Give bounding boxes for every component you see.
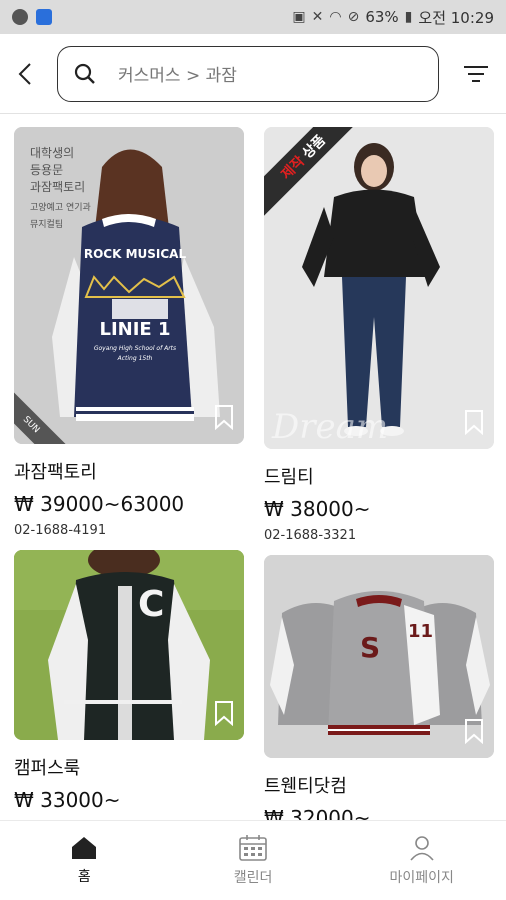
product-phone: 02-1688-4191 bbox=[14, 523, 107, 538]
product-phone: 02-1688-3321 bbox=[264, 528, 357, 543]
jacket-text-top: ROCK MUSICAL bbox=[83, 247, 187, 261]
nav-mypage-label: 마이페이지 bbox=[389, 869, 454, 886]
do-not-disturb-icon: ⊘ bbox=[347, 9, 360, 25]
clock: 오전 10:29 bbox=[418, 8, 494, 27]
product-price: ₩ 32000~ bbox=[264, 806, 371, 820]
status-bar: ▣ ✕ ◠ ⊘ 63% ▮ 오전 10:29 bbox=[0, 0, 506, 34]
app-notification-icon bbox=[36, 9, 52, 25]
product-grid: 대학생의 등용문 과잠팩토리 고양예고 연기과 뮤지컬팀 ROCK MUSICA… bbox=[0, 114, 506, 820]
product-price: ₩ 33000~ bbox=[14, 788, 121, 812]
jacket-text-script: Goyang High School of Arts bbox=[93, 345, 177, 352]
bookmark-button[interactable] bbox=[464, 409, 484, 439]
jacket-number: 11 bbox=[408, 621, 434, 642]
jacket-letter: S bbox=[360, 631, 381, 664]
nav-home-label: 홈 bbox=[77, 868, 91, 885]
search-bar[interactable]: 커스머스 > 과잠 bbox=[57, 45, 439, 102]
product-name: 드림티 bbox=[264, 467, 314, 488]
bookmark-icon bbox=[465, 410, 483, 436]
wifi-icon: ◠ bbox=[329, 9, 342, 25]
jacket-letter: C bbox=[138, 584, 165, 625]
nfc-icon: ▣ bbox=[292, 9, 306, 25]
battery-icon: ▮ bbox=[404, 9, 413, 25]
search-query-text: 커스머스 > 과잠 bbox=[118, 66, 237, 86]
bookmark-icon bbox=[215, 405, 233, 431]
product-name: 과잠팩토리 bbox=[14, 462, 97, 483]
product-image[interactable]: Dream 제작 상품 bbox=[264, 127, 494, 449]
search-icon bbox=[74, 63, 95, 84]
watermark: Dream bbox=[272, 407, 389, 447]
promo-text: 대학생의 등용문 과잠팩토리 고양예고 연기과 뮤지컬팀 bbox=[30, 146, 91, 230]
user-icon bbox=[410, 835, 434, 861]
nav-calendar[interactable]: 캘린더 bbox=[169, 821, 338, 900]
bookmark-button[interactable] bbox=[214, 700, 234, 730]
bookmark-icon bbox=[465, 719, 483, 745]
product-card[interactable]: 대학생의 등용문 과잠팩토리 고양예고 연기과 뮤지컬팀 ROCK MUSICA… bbox=[14, 127, 244, 538]
jacket-front-photo bbox=[14, 550, 244, 740]
filter-icon bbox=[464, 65, 488, 82]
nav-mypage[interactable]: 마이페이지 bbox=[337, 821, 506, 900]
account-icon bbox=[12, 9, 28, 25]
product-image[interactable]: S 11 bbox=[264, 555, 494, 758]
nav-calendar-label: 캘린더 bbox=[233, 869, 273, 886]
product-name: 트웬티닷컴 bbox=[264, 776, 347, 797]
battery-percent: 63% bbox=[365, 8, 399, 26]
product-name: 캠퍼스룩 bbox=[14, 758, 81, 779]
product-price: ₩ 38000~ bbox=[264, 497, 371, 521]
bookmark-icon bbox=[215, 701, 233, 727]
bottom-navigation: 홈 캘린더 마이페이지 bbox=[0, 820, 506, 900]
nav-home[interactable]: 홈 bbox=[0, 821, 169, 900]
product-price: ₩ 39000~63000 bbox=[14, 492, 185, 516]
product-card[interactable]: Dream 제작 상품 드림티 ₩ 38000~ 02-1688-3321 bbox=[264, 127, 494, 543]
calendar-icon bbox=[239, 834, 267, 861]
product-card[interactable]: S 11 트웬티닷컴 ₩ 32000~ bbox=[264, 555, 494, 820]
filter-button[interactable] bbox=[446, 34, 506, 114]
bookmark-button[interactable] bbox=[464, 718, 484, 748]
back-button[interactable] bbox=[0, 34, 50, 114]
bookmark-button[interactable] bbox=[214, 404, 234, 434]
home-icon bbox=[72, 836, 97, 859]
product-image[interactable]: C bbox=[14, 550, 244, 740]
app-header: 커스머스 > 과잠 bbox=[0, 34, 506, 114]
chevron-left-icon bbox=[18, 62, 31, 85]
jacket-text-script2: Acting 15th bbox=[117, 355, 153, 362]
product-card[interactable]: C 캠퍼스룩 ₩ 33000~ 02-499-5730 bbox=[14, 550, 244, 820]
jacket-text-main: LINIE 1 bbox=[99, 319, 171, 340]
product-image[interactable]: 대학생의 등용문 과잠팩토리 고양예고 연기과 뮤지컬팀 ROCK MUSICA… bbox=[14, 127, 244, 444]
mute-icon: ✕ bbox=[311, 9, 324, 25]
